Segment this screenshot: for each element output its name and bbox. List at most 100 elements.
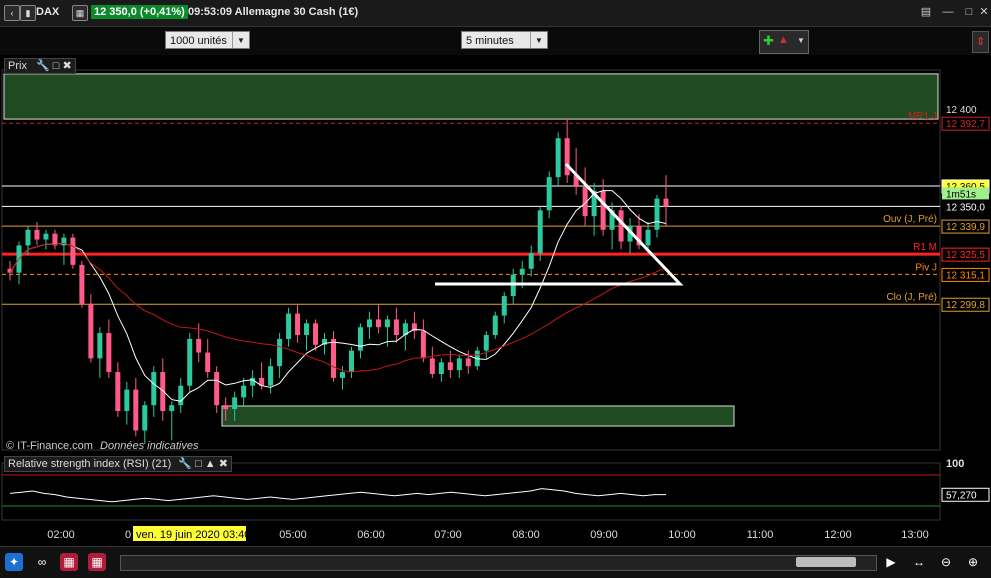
level-name: MR1 J xyxy=(908,111,937,122)
candle-body xyxy=(250,377,256,386)
price-chart[interactable]: MR1 J12 392,712 360,5Ouv (J, Pré)12 339,… xyxy=(0,56,991,546)
close-icon[interactable]: ✖ xyxy=(63,60,72,72)
time-axis-label: 09:00 xyxy=(590,529,618,541)
candle-body xyxy=(339,372,345,378)
time-axis: 02:00 0 05:00 06:00 07:00 08:00 09:00 10:00 11:0… xyxy=(47,526,929,541)
candle-body xyxy=(645,229,651,246)
price-pane-label: Prix xyxy=(8,60,27,72)
candle-body xyxy=(106,333,112,373)
scroll-right-icon[interactable]: ▶ xyxy=(882,553,900,571)
time-axis-label: 07:00 xyxy=(434,529,462,541)
level-value: 12 325,5 xyxy=(946,250,985,261)
candle-body xyxy=(187,338,193,386)
window-title: 09:53:09 Allemagne 30 Cash (1€) xyxy=(188,6,359,18)
wrench-icon[interactable]: 🔧 xyxy=(178,458,192,470)
wrench-icon[interactable]: 🔧 xyxy=(36,60,50,72)
period-select[interactable]: 5 minutes ▼ xyxy=(461,31,548,49)
maximize-icon[interactable]: □ xyxy=(962,6,976,18)
candle-body xyxy=(537,210,543,254)
level-name: Piv J xyxy=(915,262,937,273)
ticker-symbol[interactable]: DAX xyxy=(36,6,59,18)
fit-icon[interactable]: ↔ xyxy=(910,553,928,571)
candle-body xyxy=(447,362,453,371)
export-icon[interactable]: ▦ xyxy=(88,553,106,571)
upper-zone xyxy=(3,73,939,120)
side-panel-toggle[interactable]: ⇕ xyxy=(972,31,989,53)
drawing-tools-button[interactable]: ✚ ▲ ▼ xyxy=(759,30,809,54)
time-axis-label: 02:00 xyxy=(47,529,75,541)
menu-icon[interactable]: ▤ xyxy=(919,6,933,18)
candle-body xyxy=(151,372,157,406)
print-icon[interactable]: ▦ xyxy=(60,553,78,571)
link-icon[interactable]: ∞ xyxy=(33,553,51,571)
price-change-badge: 12 350,0 (+0,41%) xyxy=(91,5,188,19)
candle-body xyxy=(286,313,292,339)
time-axis-label: 08:00 xyxy=(512,529,540,541)
level-value: 12 339,9 xyxy=(946,222,985,233)
scrollbar-thumb[interactable] xyxy=(796,557,856,567)
price-pane-header: Prix 🔧 □ ✖ xyxy=(4,58,76,74)
rsi-axis-label: 100 xyxy=(946,458,964,470)
chart-toolbar: 1000 unités ▼ 5 minutes ▼ xyxy=(0,27,991,55)
candle-body xyxy=(348,350,354,373)
close-icon[interactable]: ✖ xyxy=(219,458,228,470)
candle-body xyxy=(268,366,274,386)
candle-body xyxy=(115,372,121,412)
chevron-down-icon[interactable]: ▼ xyxy=(232,32,249,48)
price-pane: MR1 J12 392,712 360,5Ouv (J, Pré)12 339,… xyxy=(1,69,990,451)
candle-body xyxy=(654,198,660,230)
rsi-pane-label: Relative strength index (RSI) (21) xyxy=(8,458,172,470)
candle-body xyxy=(375,319,381,328)
current-price-label: 12 350,0 xyxy=(946,202,985,213)
window-icon[interactable]: □ xyxy=(195,458,202,470)
candle-body xyxy=(304,323,310,336)
back-icon[interactable]: ‹ xyxy=(4,5,20,21)
time-axis-label: 06:00 xyxy=(357,529,385,541)
candle-body xyxy=(465,358,471,367)
data-source-credit: © IT-Finance.com Données indicatives xyxy=(6,440,198,452)
level-name: Ouv (J, Pré) xyxy=(883,214,937,225)
bottom-bar: ✦ ∞ ▦ ▦ ▶ ↔ ⊖ ⊕ xyxy=(0,546,991,578)
indicator-icon: ▲ xyxy=(778,34,789,46)
zoom-in-icon[interactable]: ⊕ xyxy=(964,553,982,571)
candle-body xyxy=(366,319,372,328)
candle-body xyxy=(79,264,85,304)
time-cursor-label: ven. 19 juin 2020 03:40 xyxy=(136,529,250,541)
grid-icon[interactable]: ▦ xyxy=(72,5,88,21)
lower-zone xyxy=(221,405,735,427)
candle-body xyxy=(313,323,319,345)
candle-body xyxy=(429,358,435,374)
zoom-out-icon[interactable]: ⊖ xyxy=(937,553,955,571)
candle-body xyxy=(501,296,507,316)
time-axis-label: 11:00 xyxy=(747,529,774,541)
candle-body xyxy=(34,229,40,240)
units-select[interactable]: 1000 unités ▼ xyxy=(165,31,250,49)
candle-body xyxy=(214,372,220,406)
share-icon[interactable]: ✦ xyxy=(5,553,23,571)
candle-body xyxy=(196,338,202,353)
candle-body xyxy=(393,319,399,336)
candle-body xyxy=(142,405,148,431)
chart-bars-icon[interactable]: ▮ xyxy=(20,5,36,21)
candle-body xyxy=(357,327,363,351)
minimize-icon[interactable]: — xyxy=(941,6,955,18)
axis-tick-label: 12 400 xyxy=(946,105,977,116)
close-icon[interactable]: ✕ xyxy=(977,6,991,18)
candle-body xyxy=(205,352,211,373)
chevron-down-icon[interactable]: ▼ xyxy=(530,32,547,48)
horizontal-scrollbar[interactable] xyxy=(120,555,877,571)
candle-body xyxy=(160,372,166,412)
window-icon[interactable]: □ xyxy=(53,60,60,72)
rsi-value: 57,270 xyxy=(946,490,977,501)
time-axis-label: 13:00 xyxy=(901,529,929,541)
candle-body xyxy=(133,389,139,431)
candle-body xyxy=(331,338,337,378)
candle-body xyxy=(295,313,301,336)
time-axis-label: 05:00 xyxy=(279,529,307,541)
candle-body xyxy=(232,397,238,410)
countdown-label: 1m51s xyxy=(946,189,976,200)
candle-body xyxy=(555,138,561,178)
alert-icon[interactable]: ▲ xyxy=(205,458,216,470)
candle-body xyxy=(241,385,247,398)
price-plot-area xyxy=(1,69,941,451)
